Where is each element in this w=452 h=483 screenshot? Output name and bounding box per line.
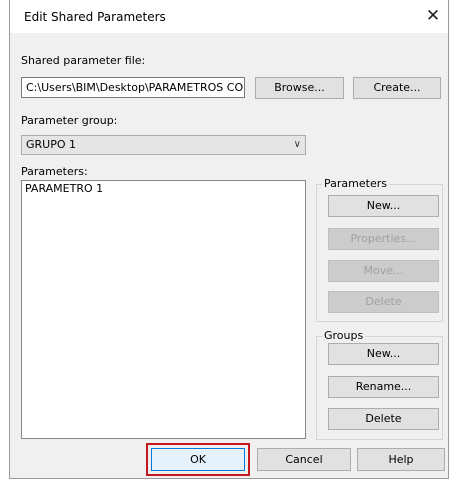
- help-button[interactable]: Help: [357, 448, 445, 471]
- new-group-button[interactable]: New...: [328, 343, 439, 365]
- ok-button[interactable]: OK: [151, 448, 245, 471]
- delete-group-button[interactable]: Delete: [328, 408, 439, 430]
- shared-parameter-file-field[interactable]: C:\Users\BIM\Desktop\PARAMETROS CO: [21, 77, 245, 98]
- parameters-list[interactable]: PARAMETRO 1: [21, 180, 306, 439]
- title-bar: Edit Shared Parameters ✕: [10, 0, 448, 33]
- shared-parameter-file-label: Shared parameter file:: [21, 54, 146, 67]
- list-item[interactable]: PARAMETRO 1: [22, 181, 305, 197]
- new-parameter-button[interactable]: New...: [328, 195, 439, 217]
- properties-button[interactable]: Properties...: [328, 228, 439, 250]
- groups-groupbox-legend: Groups: [322, 329, 366, 342]
- parameter-group-select[interactable]: GRUPO 1 ∨: [21, 135, 306, 155]
- cancel-button[interactable]: Cancel: [257, 448, 351, 471]
- create-button[interactable]: Create...: [353, 77, 441, 99]
- rename-group-button[interactable]: Rename...: [328, 376, 439, 398]
- parameters-label: Parameters:: [21, 165, 88, 178]
- chevron-down-icon: ∨: [293, 139, 301, 150]
- delete-parameter-button[interactable]: Delete: [328, 291, 439, 313]
- dialog-title: Edit Shared Parameters: [24, 10, 166, 24]
- edit-shared-parameters-dialog: Edit Shared Parameters ✕ Shared paramete…: [9, 0, 449, 479]
- browse-button[interactable]: Browse...: [255, 77, 344, 99]
- parameter-group-value: GRUPO 1: [26, 138, 77, 151]
- parameters-groupbox-legend: Parameters: [322, 177, 389, 190]
- close-icon[interactable]: ✕: [422, 6, 444, 26]
- parameter-group-label: Parameter group:: [21, 114, 118, 127]
- move-button[interactable]: Move...: [328, 260, 439, 282]
